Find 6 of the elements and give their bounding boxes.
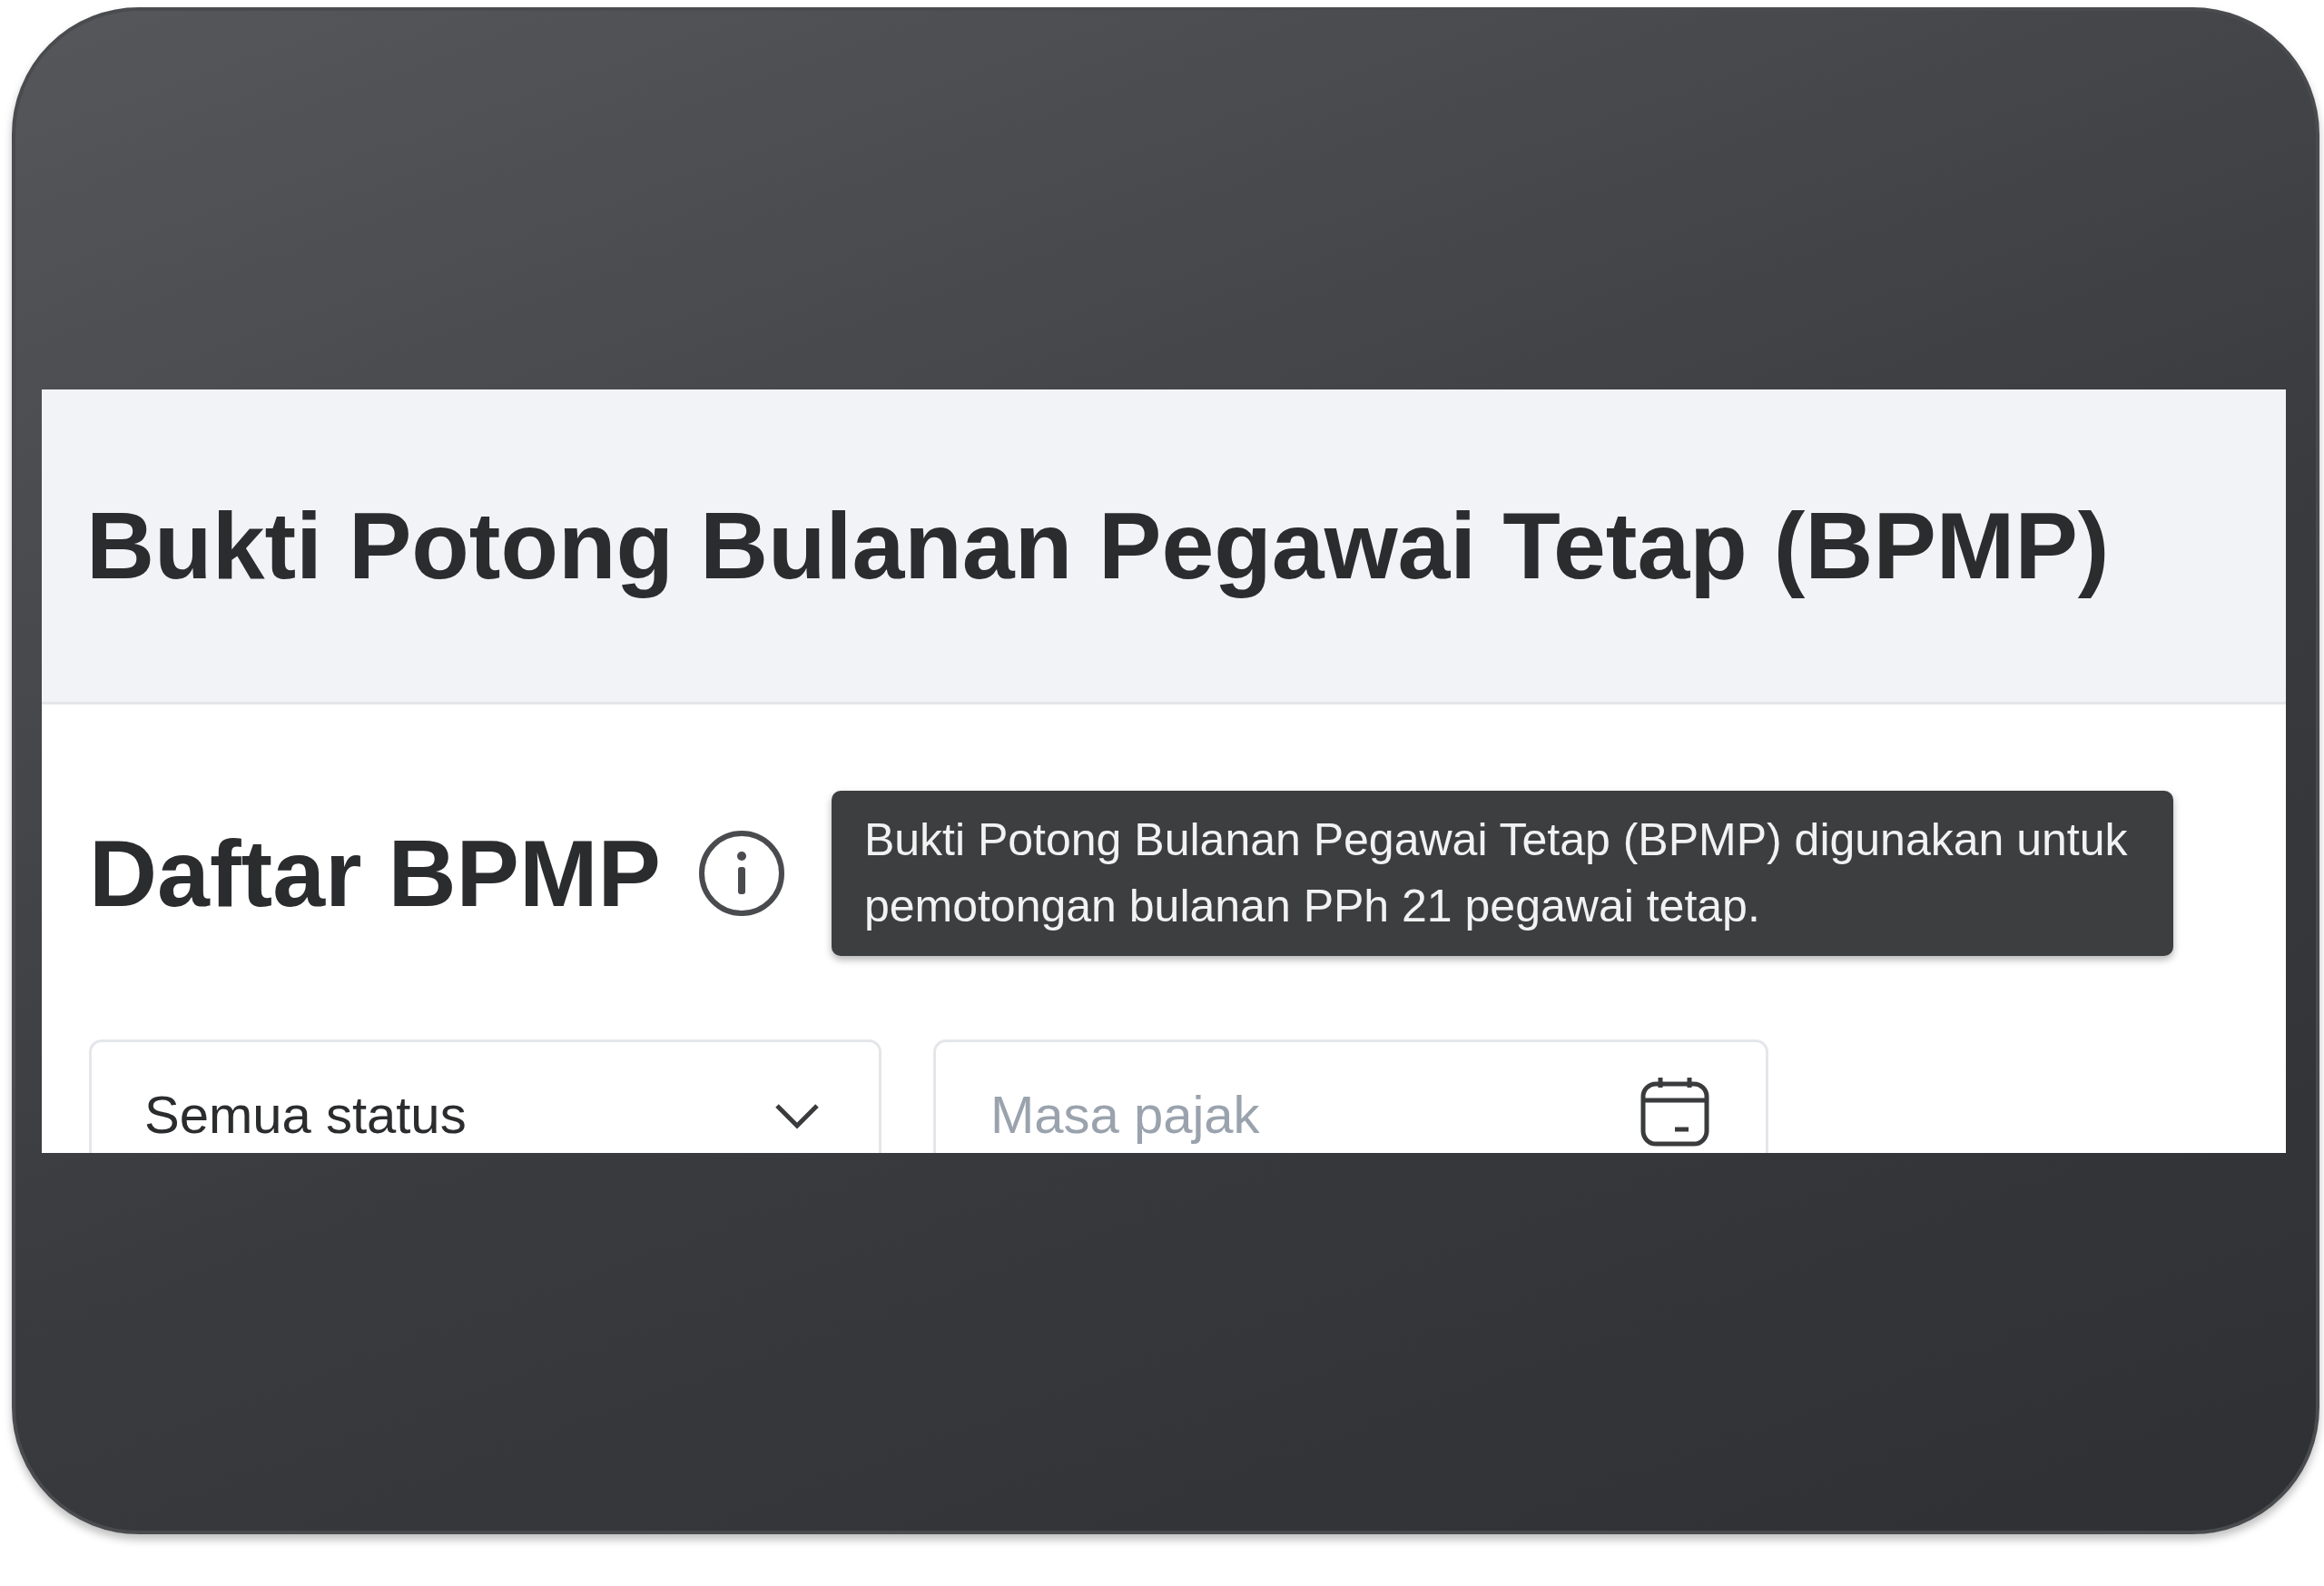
calendar-icon — [1639, 1075, 1711, 1148]
status-dropdown[interactable]: Semua status — [89, 1039, 881, 1153]
tooltip: Bukti Potong Bulanan Pegawai Tetap (BPMP) digunakan untuk pemotongan bulanan PPh 21 pegawai tetap. — [831, 791, 2173, 956]
page-title: Bukti Potong Bulanan Pegawai Tetap (BPMP) — [86, 491, 2110, 600]
info-icon[interactable] — [696, 829, 786, 918]
section-title: Daftar BPMP — [89, 819, 661, 928]
